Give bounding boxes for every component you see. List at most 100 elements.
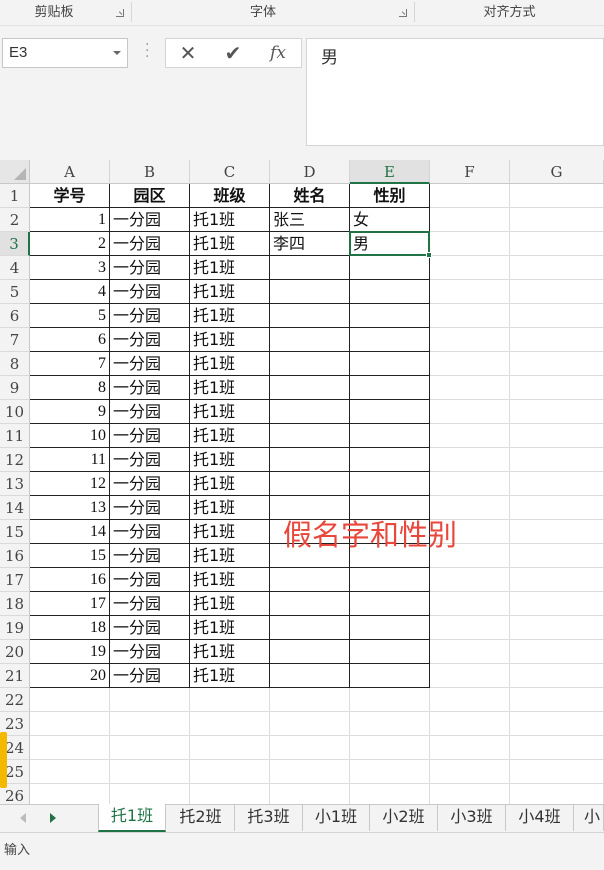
cell-a25[interactable] xyxy=(30,760,110,784)
cell-g10[interactable] xyxy=(510,400,604,424)
cell-d8[interactable] xyxy=(270,352,350,376)
cell-a23[interactable] xyxy=(30,712,110,736)
cell-a24[interactable] xyxy=(30,736,110,760)
cell-c19[interactable]: 托1班 xyxy=(190,616,270,640)
cell-c9[interactable]: 托1班 xyxy=(190,376,270,400)
cell-d10[interactable] xyxy=(270,400,350,424)
sheet-tab-8[interactable]: 小 xyxy=(574,805,604,831)
cell-e11[interactable] xyxy=(350,424,430,448)
row-header-19[interactable]: 19 xyxy=(0,616,30,640)
cell-e10[interactable] xyxy=(350,400,430,424)
cell-b6[interactable]: 一分园 xyxy=(110,304,190,328)
row-header-2[interactable]: 2 xyxy=(0,208,30,232)
row-header-3[interactable]: 3 xyxy=(0,232,30,256)
cell-f17[interactable] xyxy=(430,568,510,592)
cell-d6[interactable] xyxy=(270,304,350,328)
cell-b13[interactable]: 一分园 xyxy=(110,472,190,496)
cell-b24[interactable] xyxy=(110,736,190,760)
cell-c7[interactable]: 托1班 xyxy=(190,328,270,352)
cell-d21[interactable] xyxy=(270,664,350,688)
row-header-22[interactable]: 22 xyxy=(0,688,30,712)
cell-a26[interactable] xyxy=(30,784,110,804)
cell-b4[interactable]: 一分园 xyxy=(110,256,190,280)
active-cell-border[interactable] xyxy=(349,231,430,256)
fill-handle[interactable] xyxy=(426,252,432,258)
cell-d11[interactable] xyxy=(270,424,350,448)
cell-e21[interactable] xyxy=(350,664,430,688)
cell-c20[interactable]: 托1班 xyxy=(190,640,270,664)
cancel-icon[interactable]: ✕ xyxy=(166,39,210,67)
cell-e1[interactable]: 性别 xyxy=(350,184,430,208)
cell-a22[interactable] xyxy=(30,688,110,712)
cell-f7[interactable] xyxy=(430,328,510,352)
cell-e22[interactable] xyxy=(350,688,430,712)
cell-c25[interactable] xyxy=(190,760,270,784)
cell-d25[interactable] xyxy=(270,760,350,784)
cell-f9[interactable] xyxy=(430,376,510,400)
cell-a19[interactable]: 18 xyxy=(30,616,110,640)
cell-a7[interactable]: 6 xyxy=(30,328,110,352)
cell-c1[interactable]: 班级 xyxy=(190,184,270,208)
column-header-g[interactable]: G xyxy=(510,160,604,184)
cell-f8[interactable] xyxy=(430,352,510,376)
cell-b12[interactable]: 一分园 xyxy=(110,448,190,472)
cell-f11[interactable] xyxy=(430,424,510,448)
cell-a11[interactable]: 10 xyxy=(30,424,110,448)
cell-e24[interactable] xyxy=(350,736,430,760)
row-header-7[interactable]: 7 xyxy=(0,328,30,352)
cell-e26[interactable] xyxy=(350,784,430,804)
cell-g13[interactable] xyxy=(510,472,604,496)
cell-b9[interactable]: 一分园 xyxy=(110,376,190,400)
row-header-15[interactable]: 15 xyxy=(0,520,30,544)
insert-function-icon[interactable]: fx xyxy=(256,39,300,67)
chevron-down-icon[interactable] xyxy=(113,51,121,55)
cell-g3[interactable] xyxy=(510,232,604,256)
sheet-tab-4[interactable]: 小1班 xyxy=(303,805,370,831)
drag-handle-icon[interactable]: · · · xyxy=(145,38,151,64)
row-header-20[interactable]: 20 xyxy=(0,640,30,664)
cell-a21[interactable]: 20 xyxy=(30,664,110,688)
cell-c3[interactable]: 托1班 xyxy=(190,232,270,256)
name-box[interactable]: E3 xyxy=(2,38,128,68)
cell-a14[interactable]: 13 xyxy=(30,496,110,520)
cell-c4[interactable]: 托1班 xyxy=(190,256,270,280)
cell-b23[interactable] xyxy=(110,712,190,736)
cell-a16[interactable]: 15 xyxy=(30,544,110,568)
cell-f19[interactable] xyxy=(430,616,510,640)
cell-a18[interactable]: 17 xyxy=(30,592,110,616)
cell-f6[interactable] xyxy=(430,304,510,328)
cell-c6[interactable]: 托1班 xyxy=(190,304,270,328)
worksheet-grid[interactable]: ABCDEFG 1 学号 园区 班级 姓名 性别 2 1 一分园 托1班 张三女 3 2 一分园 托1班 李四… xyxy=(0,160,604,804)
cell-g19[interactable] xyxy=(510,616,604,640)
cell-e19[interactable] xyxy=(350,616,430,640)
cell-a17[interactable]: 16 xyxy=(30,568,110,592)
cell-g4[interactable] xyxy=(510,256,604,280)
cell-d1[interactable]: 姓名 xyxy=(270,184,350,208)
cell-e9[interactable] xyxy=(350,376,430,400)
cell-f20[interactable] xyxy=(430,640,510,664)
cell-a4[interactable]: 3 xyxy=(30,256,110,280)
cell-f1[interactable] xyxy=(430,184,510,208)
cell-g12[interactable] xyxy=(510,448,604,472)
row-header-6[interactable]: 6 xyxy=(0,304,30,328)
font-dialog-launcher-icon[interactable] xyxy=(399,9,407,17)
cell-d18[interactable] xyxy=(270,592,350,616)
cell-e17[interactable] xyxy=(350,568,430,592)
cell-e2[interactable]: 女 xyxy=(350,208,430,232)
cell-g22[interactable] xyxy=(510,688,604,712)
cell-e13[interactable] xyxy=(350,472,430,496)
row-header-18[interactable]: 18 xyxy=(0,592,30,616)
row-header-17[interactable]: 17 xyxy=(0,568,30,592)
cell-c15[interactable]: 托1班 xyxy=(190,520,270,544)
cell-g21[interactable] xyxy=(510,664,604,688)
cell-c23[interactable] xyxy=(190,712,270,736)
cell-f2[interactable] xyxy=(430,208,510,232)
cell-f23[interactable] xyxy=(430,712,510,736)
cell-g5[interactable] xyxy=(510,280,604,304)
cell-d17[interactable] xyxy=(270,568,350,592)
cell-b7[interactable]: 一分园 xyxy=(110,328,190,352)
sheet-tab-6[interactable]: 小3班 xyxy=(438,805,506,831)
cell-e18[interactable] xyxy=(350,592,430,616)
cell-a6[interactable]: 5 xyxy=(30,304,110,328)
cell-b16[interactable]: 一分园 xyxy=(110,544,190,568)
